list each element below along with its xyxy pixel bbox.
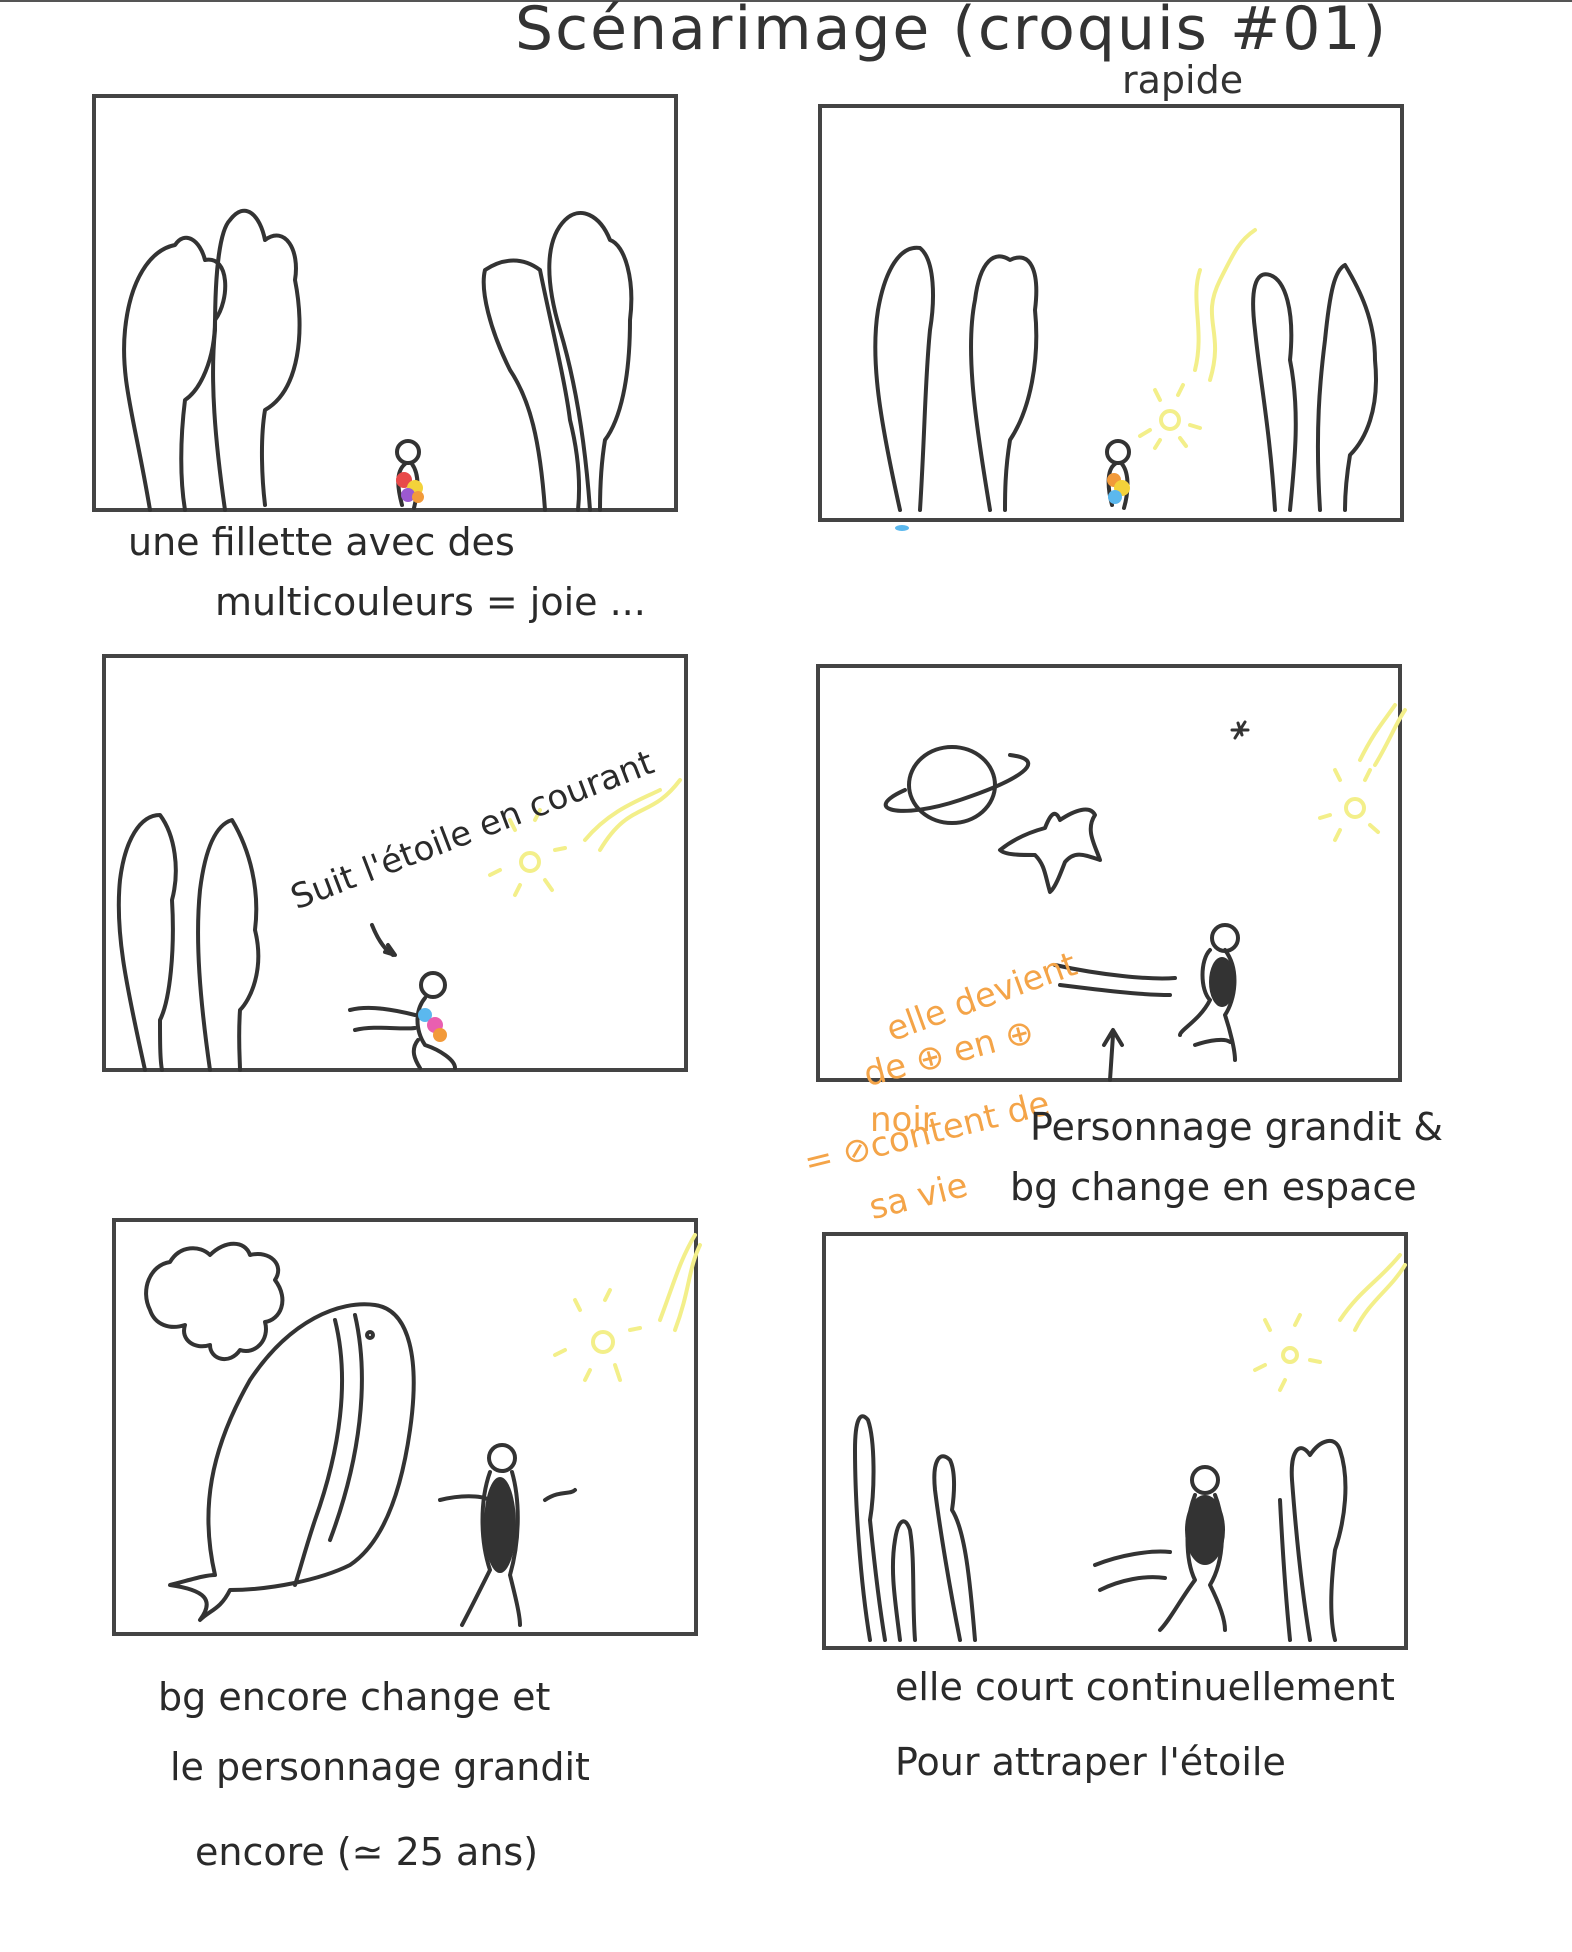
- panel-4-caption-1: Personnage grandit &: [1030, 1105, 1444, 1149]
- sketch-drawings: [116, 208, 1407, 1642]
- panel-5-caption-2: le personnage grandit: [170, 1745, 590, 1789]
- panel-5-caption-3: encore (≃ 25 ans): [195, 1830, 539, 1874]
- tree-group-left: [122, 208, 302, 512]
- panel-6-caption-2: Pour attraper l'étoile: [895, 1740, 1286, 1784]
- panel-5-caption-1: bg encore change et: [158, 1675, 551, 1719]
- panel-4-caption-2: bg change en espace: [1010, 1165, 1417, 1209]
- panel-1-caption-1: une fillette avec des: [128, 520, 515, 564]
- dark-bodies: [484, 957, 1235, 1573]
- sun-star-yellow: [488, 228, 1407, 1392]
- panel-1-caption-2: multicouleurs = joie ...: [215, 580, 646, 624]
- panel-6-caption-1: elle court continuellement: [895, 1665, 1395, 1709]
- tree-group-right: [481, 210, 634, 512]
